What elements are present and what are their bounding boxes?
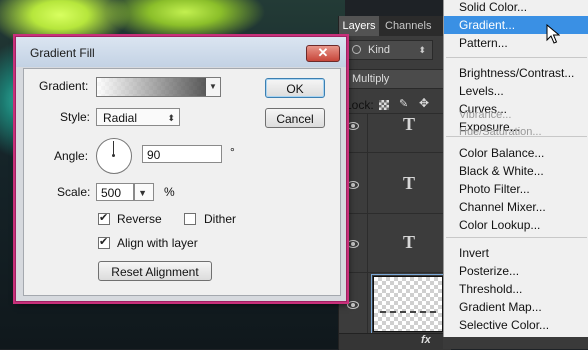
layer-row[interactable]: T xyxy=(339,152,451,213)
gradient-label: Gradient: xyxy=(39,79,89,93)
fx-icon[interactable]: fx xyxy=(421,334,431,346)
mouse-cursor-icon xyxy=(546,24,560,44)
layers-panel-tabs: Layers Channels xyxy=(339,16,451,36)
menu-item-gradient-map[interactable]: Gradient Map... xyxy=(444,298,588,316)
menu-separator xyxy=(446,237,587,238)
layer-row-divider xyxy=(367,114,368,152)
menu-item-threshold[interactable]: Threshold... xyxy=(444,280,588,298)
gradient-picker-arrow-icon[interactable]: ▼ xyxy=(206,77,221,97)
layers-panel: Layers Channels Kind ⬍ Multiply Lock: ✎ … xyxy=(338,16,451,350)
reset-alignment-button[interactable]: Reset Alignment xyxy=(98,261,212,281)
layer-filter-kind-select[interactable]: Kind ⬍ xyxy=(345,40,433,60)
menu-item-color-balance[interactable]: Color Balance... xyxy=(444,144,588,162)
visibility-eye-icon[interactable] xyxy=(347,240,359,248)
style-select[interactable]: Radial ⬍ xyxy=(96,108,180,126)
search-icon xyxy=(352,45,361,54)
layer-row-divider xyxy=(367,273,368,334)
menu-item-pattern[interactable]: Pattern... xyxy=(444,34,588,52)
updown-arrow-icon: ⬍ xyxy=(418,45,426,55)
style-label: Style: xyxy=(60,110,91,124)
angle-dial-center xyxy=(112,154,115,157)
text-layer-icon: T xyxy=(403,232,416,252)
new-fill-adjustment-menu: Solid Color... Gradient... Pattern... Brigh… xyxy=(443,0,588,349)
menu-separator xyxy=(446,57,587,58)
menu-item-gradient[interactable]: Gradient... xyxy=(444,16,588,34)
panel-bottom-strip xyxy=(443,337,588,349)
layer-row-divider xyxy=(367,153,368,213)
scale-unit: % xyxy=(164,185,175,199)
menu-item-hue-saturation: Hue/Saturation... xyxy=(459,126,542,138)
text-layer-icon: T xyxy=(403,173,416,193)
lock-label: Lock: xyxy=(345,98,374,112)
menu-item-levels[interactable]: Levels... xyxy=(444,82,588,100)
align-with-layer-label[interactable]: Align with layer xyxy=(117,236,198,250)
lock-pixels-brush-icon[interactable]: ✎ xyxy=(399,97,409,110)
menu-item-channel-mixer[interactable]: Channel Mixer... xyxy=(444,198,588,216)
gradient-fill-dialog: Gradient Fill ✕ Gradient: ▼ Style: Radia… xyxy=(15,36,347,302)
menu-item-solid-color[interactable]: Solid Color... xyxy=(444,0,588,16)
close-button[interactable]: ✕ xyxy=(306,45,340,62)
menu-item-brightness-contrast[interactable]: Brightness/Contrast... xyxy=(444,64,588,82)
angle-dial[interactable] xyxy=(96,138,132,174)
lock-transparency-icon[interactable] xyxy=(379,100,389,110)
style-select-value: Radial xyxy=(103,111,138,125)
dialog-body: Gradient: ▼ Style: Radial ⬍ Angle: 90 ° … xyxy=(23,68,341,296)
angle-input[interactable]: 90 xyxy=(142,145,222,163)
menu-item-selective-color[interactable]: Selective Color... xyxy=(444,316,588,334)
gradient-preview-swatch[interactable] xyxy=(96,77,208,97)
angle-label: Angle: xyxy=(54,149,89,163)
updown-arrow-icon: ⬍ xyxy=(167,113,175,123)
lock-row: Lock: ✎ ✥ xyxy=(339,96,451,113)
text-layer-icon: T xyxy=(403,114,416,134)
reverse-label[interactable]: Reverse xyxy=(117,212,162,226)
lock-position-move-icon[interactable]: ✥ xyxy=(419,96,429,110)
layer-filter-kind-label: Kind xyxy=(368,44,391,56)
close-icon: ✕ xyxy=(317,45,329,60)
menu-item-color-lookup[interactable]: Color Lookup... xyxy=(444,216,588,234)
blend-mode-select[interactable]: Multiply xyxy=(345,69,447,89)
ok-button[interactable]: OK xyxy=(265,78,325,98)
menu-item-black-white[interactable]: Black & White... xyxy=(444,162,588,180)
align-with-layer-checkbox[interactable] xyxy=(98,235,110,249)
dialog-title: Gradient Fill xyxy=(30,46,95,60)
tab-channels[interactable]: Channels xyxy=(385,16,431,36)
menu-item-invert[interactable]: Invert xyxy=(444,244,588,262)
layer-row[interactable]: T xyxy=(339,213,451,272)
layer-thumbnail[interactable] xyxy=(371,274,445,334)
scale-label: Scale: xyxy=(57,185,91,199)
dropdown-arrow-icon: ▼ xyxy=(138,188,147,198)
menu-item-posterize[interactable]: Posterize... xyxy=(444,262,588,280)
visibility-eye-icon[interactable] xyxy=(347,122,359,130)
visibility-eye-icon[interactable] xyxy=(347,181,359,189)
dither-label[interactable]: Dither xyxy=(204,212,236,226)
scale-dropdown-button[interactable]: ▼ xyxy=(134,183,154,201)
menu-item-photo-filter[interactable]: Photo Filter... xyxy=(444,180,588,198)
cancel-button[interactable]: Cancel xyxy=(265,108,325,128)
menu-item-vibrance: Vibrance... xyxy=(459,109,512,121)
layer-row-divider xyxy=(367,214,368,272)
visibility-eye-icon[interactable] xyxy=(347,301,359,309)
blend-mode-label: Multiply xyxy=(352,73,390,85)
layers-panel-footer: fx xyxy=(339,333,451,350)
angle-unit: ° xyxy=(230,145,235,159)
reverse-checkbox[interactable] xyxy=(98,211,110,225)
dither-checkbox[interactable] xyxy=(184,213,196,225)
tab-layers[interactable]: Layers xyxy=(339,16,379,36)
scale-input[interactable]: 500 xyxy=(96,183,134,201)
dialog-titlebar[interactable]: Gradient Fill ✕ xyxy=(16,37,346,67)
layer-row[interactable]: T xyxy=(339,113,451,152)
